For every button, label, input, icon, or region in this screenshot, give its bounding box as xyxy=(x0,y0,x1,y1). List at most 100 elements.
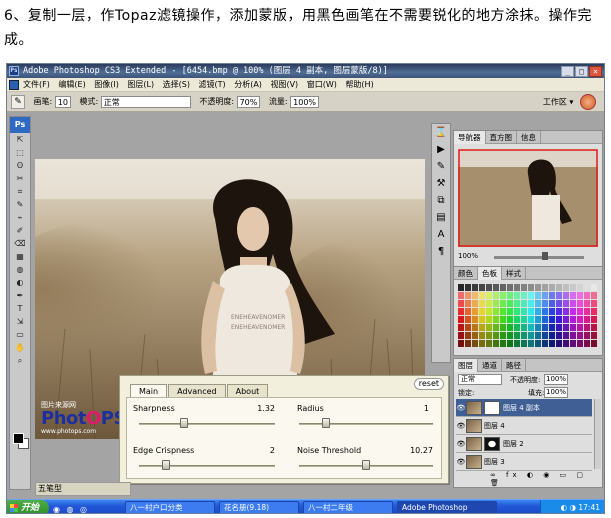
color-swatch[interactable] xyxy=(472,324,478,331)
color-swatch[interactable] xyxy=(584,340,590,347)
move-tool[interactable]: ⇱ xyxy=(10,133,30,146)
color-swatch[interactable] xyxy=(563,340,569,347)
color-swatch[interactable] xyxy=(556,324,562,331)
color-swatch[interactable] xyxy=(521,292,527,299)
layer-row[interactable]: 👁 图层 3 xyxy=(456,453,592,471)
color-swatch[interactable] xyxy=(556,308,562,315)
color-swatch[interactable] xyxy=(563,292,569,299)
layer-mask-thumbnail[interactable] xyxy=(484,401,500,415)
brush-size-picker[interactable]: 10 xyxy=(54,96,71,108)
type-tool[interactable]: T xyxy=(10,302,30,315)
color-swatch[interactable] xyxy=(577,316,583,323)
noise-threshold-slider-handle[interactable] xyxy=(362,460,370,470)
color-swatch[interactable] xyxy=(528,308,534,315)
color-swatch[interactable] xyxy=(570,308,576,315)
blend-mode-select[interactable]: 正常 xyxy=(458,374,502,385)
tab-advanced[interactable]: Advanced xyxy=(168,384,226,398)
color-swatch[interactable] xyxy=(584,316,590,323)
color-swatch[interactable] xyxy=(472,316,478,323)
menu-image[interactable]: 图像(I) xyxy=(94,80,119,89)
navigator-thumbnail[interactable] xyxy=(458,149,598,247)
fill-field[interactable]: 100% xyxy=(544,387,568,398)
color-swatch[interactable] xyxy=(479,308,485,315)
color-swatch[interactable] xyxy=(591,340,597,347)
taskbar-item-active[interactable]: Adobe Photoshop xyxy=(397,501,497,513)
color-swatch[interactable] xyxy=(528,316,534,323)
color-swatch[interactable] xyxy=(472,332,478,339)
opacity-field[interactable]: 70% xyxy=(236,96,261,108)
color-swatch[interactable] xyxy=(472,340,478,347)
color-swatch[interactable] xyxy=(535,308,541,315)
color-swatch[interactable] xyxy=(507,292,513,299)
taskbar-item[interactable]: 八一村户口分类 xyxy=(125,501,215,513)
tab-navigator[interactable]: 导航器 xyxy=(454,131,486,144)
color-swatch[interactable] xyxy=(472,308,478,315)
color-swatch[interactable] xyxy=(535,324,541,331)
color-swatch[interactable] xyxy=(563,324,569,331)
menu-file[interactable]: 文件(F) xyxy=(23,80,50,89)
color-swatch[interactable] xyxy=(542,324,548,331)
color-swatch[interactable] xyxy=(542,340,548,347)
menu-analysis[interactable]: 分析(A) xyxy=(234,80,262,89)
color-swatch[interactable] xyxy=(584,284,590,291)
color-swatch[interactable] xyxy=(570,324,576,331)
color-swatch[interactable] xyxy=(584,332,590,339)
layer-comps-icon[interactable]: ▤ xyxy=(432,209,450,226)
color-swatch[interactable] xyxy=(577,300,583,307)
color-swatch[interactable] xyxy=(465,332,471,339)
color-swatch[interactable] xyxy=(486,340,492,347)
color-swatch[interactable] xyxy=(591,324,597,331)
zoom-slider-handle[interactable] xyxy=(542,252,548,260)
color-swatch[interactable] xyxy=(549,284,555,291)
eye-icon[interactable]: 👁 xyxy=(456,435,466,453)
color-swatch[interactable] xyxy=(479,316,485,323)
color-swatch[interactable] xyxy=(542,300,548,307)
color-swatch[interactable] xyxy=(577,332,583,339)
color-swatch[interactable] xyxy=(472,292,478,299)
color-swatch[interactable] xyxy=(577,292,583,299)
crop-tool[interactable]: ✂ xyxy=(10,172,30,185)
color-swatch[interactable] xyxy=(591,284,597,291)
color-swatch[interactable] xyxy=(542,308,548,315)
layers-scrollbar[interactable] xyxy=(594,399,601,469)
color-swatch[interactable] xyxy=(500,332,506,339)
ring-icon[interactable] xyxy=(580,94,596,110)
clone-source-icon[interactable]: ⧉ xyxy=(432,192,450,209)
tab-paths[interactable]: 路径 xyxy=(502,359,526,372)
color-swatch[interactable] xyxy=(584,308,590,315)
tab-histogram[interactable]: 直方图 xyxy=(486,131,517,144)
menu-window[interactable]: 窗口(W) xyxy=(307,80,337,89)
tab-channels[interactable]: 通道 xyxy=(478,359,502,372)
color-swatch[interactable] xyxy=(535,316,541,323)
color-swatch[interactable] xyxy=(500,300,506,307)
color-swatch[interactable] xyxy=(458,324,464,331)
color-swatch[interactable] xyxy=(500,292,506,299)
color-swatch[interactable] xyxy=(549,292,555,299)
brushes-icon[interactable]: ✎ xyxy=(432,158,450,175)
color-swatch[interactable] xyxy=(563,332,569,339)
tab-about[interactable]: About xyxy=(226,384,269,398)
color-swatch[interactable] xyxy=(465,316,471,323)
color-swatch[interactable] xyxy=(528,300,534,307)
color-swatch[interactable] xyxy=(549,340,555,347)
color-swatch[interactable] xyxy=(493,316,499,323)
color-swatch[interactable] xyxy=(486,292,492,299)
color-swatch[interactable] xyxy=(507,308,513,315)
color-swatch[interactable] xyxy=(458,308,464,315)
color-swatch[interactable] xyxy=(479,292,485,299)
color-swatch[interactable] xyxy=(570,340,576,347)
color-swatch[interactable] xyxy=(556,340,562,347)
color-swatch[interactable] xyxy=(542,332,548,339)
color-swatch[interactable] xyxy=(465,340,471,347)
color-swatch[interactable] xyxy=(479,284,485,291)
color-swatch[interactable] xyxy=(577,340,583,347)
path-select-tool[interactable]: ⇲ xyxy=(10,315,30,328)
color-swatch[interactable] xyxy=(570,284,576,291)
color-swatch[interactable] xyxy=(556,316,562,323)
dodge-tool[interactable]: ◐ xyxy=(10,276,30,289)
color-swatch[interactable] xyxy=(507,284,513,291)
brush-tool[interactable]: ✎ xyxy=(10,198,30,211)
actions-icon[interactable]: ▶ xyxy=(432,141,450,158)
color-swatch[interactable] xyxy=(486,316,492,323)
color-swatch[interactable] xyxy=(556,332,562,339)
